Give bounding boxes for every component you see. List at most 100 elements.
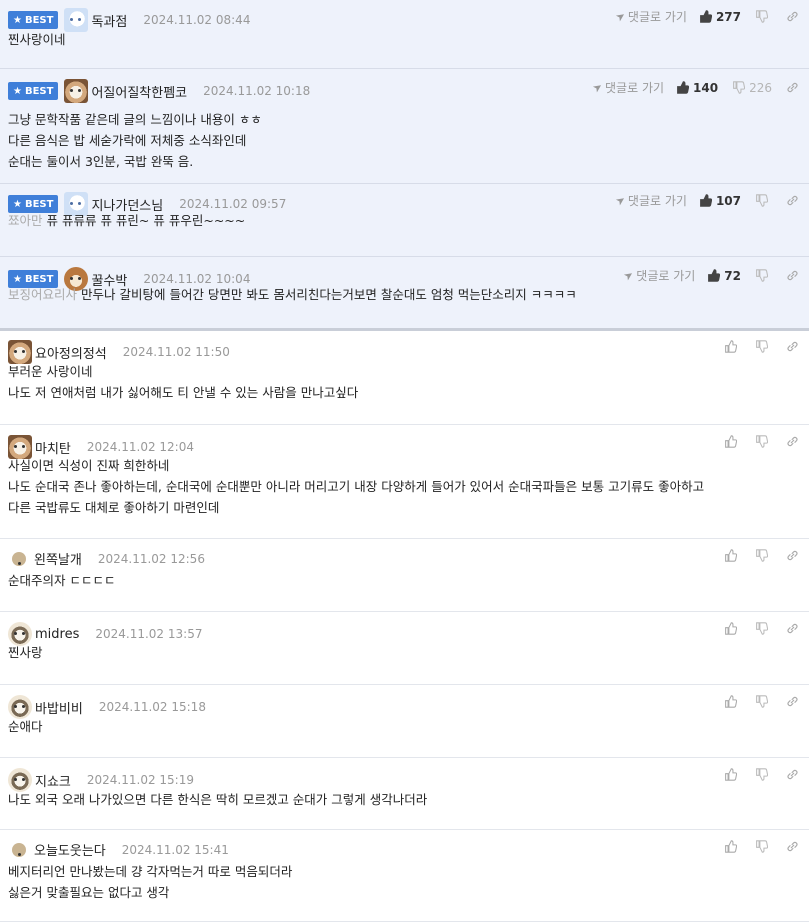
like-button[interactable]	[724, 435, 741, 448]
comment-nickname[interactable]: 바밥비비	[35, 698, 83, 717]
dislike-button[interactable]	[755, 269, 772, 282]
like-button[interactable]: 277	[699, 10, 741, 24]
comment-line: 베지터리언 만나봤는데 걍 각자먹는거 따로 먹음되더라	[8, 861, 801, 882]
comment-nickname[interactable]: midres	[35, 627, 79, 642]
go-to-reply-link[interactable]: ➤ 댓글로 가기	[621, 267, 695, 284]
comment-date: 2024.11.02 15:18	[98, 700, 206, 714]
go-to-reply-link[interactable]: ➤ 댓글로 가기	[590, 79, 664, 96]
thumbs-down-icon	[755, 622, 768, 635]
comment-nickname[interactable]: 지쇼크	[35, 771, 71, 790]
comment-line: 쬬아만 퓨 퓨류류 퓨 퓨린~ 퓨 퓨우린~~~~	[8, 210, 801, 231]
thumbs-up-icon	[724, 340, 737, 353]
comment-date: 2024.11.02 09:57	[179, 197, 287, 211]
comment-list: ★ BEST 독과점 2024.11.02 08:44 ➤ 댓글로 가기 277 찐사랑이네 ★…	[0, 0, 809, 922]
comment-text: 사실이면 식성이 진짜 희한하네	[8, 458, 170, 473]
comment-nickname[interactable]: 오늘도웃는다	[34, 840, 106, 859]
thumbs-up-icon	[724, 622, 737, 635]
link-icon[interactable]	[786, 269, 799, 282]
thumbs-down-icon	[755, 840, 768, 853]
comment-line: 싫은거 맞출필요는 없다고 생각	[8, 882, 801, 903]
like-button[interactable]	[724, 340, 741, 353]
comment-nickname[interactable]: 독과점	[91, 11, 127, 30]
like-button[interactable]	[724, 622, 741, 635]
comment-text: 베지터리언 만나봤는데 걍 각자먹는거 따로 먹음되더라	[8, 864, 293, 879]
comment: 바밥비비 2024.11.02 15:18 순애다	[0, 685, 809, 758]
comment-line: 순애다	[8, 716, 801, 737]
link-icon[interactable]	[786, 194, 799, 207]
link-icon[interactable]	[786, 10, 799, 23]
dislike-button[interactable]	[755, 435, 772, 448]
like-button[interactable]: 140	[676, 81, 718, 95]
comment-body: 부러운 사랑이네 나도 저 연애처럼 내가 싫어해도 티 안낼 수 있는 사람을 …	[8, 361, 801, 403]
like-button[interactable]: 72	[707, 269, 741, 283]
comment-nickname[interactable]: 요아정의정석	[35, 343, 107, 362]
like-button[interactable]	[724, 695, 741, 708]
best-label: BEST	[24, 14, 54, 26]
link-icon[interactable]	[786, 622, 799, 635]
comment-nickname[interactable]: 어질어질착한펨코	[91, 82, 187, 101]
dislike-button[interactable]	[755, 768, 772, 781]
dislike-button[interactable]: 226	[732, 81, 772, 95]
thumbs-up-icon	[724, 435, 737, 448]
link-icon[interactable]	[786, 81, 799, 94]
comment-line: 나도 순대국 존나 좋아하는데, 순대국에 순대뿐만 아니라 머리고기 내장 다…	[8, 476, 801, 497]
go-to-reply-link[interactable]: ➤ 댓글로 가기	[612, 192, 687, 209]
star-icon: ★	[13, 14, 22, 26]
default-round-avatar[interactable]	[12, 842, 26, 857]
mention-nickname[interactable]: 쬬아만	[8, 213, 43, 228]
dislike-button[interactable]	[755, 622, 772, 635]
mention-nickname[interactable]: 보징어요리사	[8, 287, 77, 302]
go-to-reply-link[interactable]: ➤ 댓글로 가기	[612, 8, 687, 25]
comment-nickname[interactable]: 마치탄	[35, 438, 71, 457]
comment: 오늘도웃는다 2024.11.02 15:41 베지터리언 만나봤는데 걍 각자먹는…	[0, 830, 809, 922]
comment-line: 나도 외국 오래 나가있으면 다른 한식은 딱히 모르겠고 순대가 그렇게 생각…	[8, 789, 801, 810]
comment-line: 나도 저 연애처럼 내가 싫어해도 티 안낼 수 있는 사람을 만나고싶다	[8, 382, 801, 403]
comment-body: 찐사랑이네	[8, 29, 801, 50]
default-round-avatar[interactable]	[12, 551, 26, 566]
thumbs-down-icon	[755, 549, 768, 562]
like-button[interactable]: 107	[699, 194, 741, 208]
link-icon[interactable]	[786, 840, 799, 853]
link-icon[interactable]	[786, 768, 799, 781]
star-icon: ★	[13, 273, 22, 285]
link-icon[interactable]	[786, 340, 799, 353]
comment-text: 나도 외국 오래 나가있으면 다른 한식은 딱히 모르겠고 순대가 그렇게 생각…	[8, 792, 428, 807]
comment-date: 2024.11.02 15:41	[121, 842, 229, 857]
comment-date: 2024.11.02 08:44	[143, 13, 251, 27]
thumbs-up-icon	[724, 768, 737, 781]
comment-text: 만두나 갈비탕에 들어간 당면만 봐도 몸서리친다는거보면 찰순대도 엄청 먹는…	[81, 287, 577, 302]
comment-text: 찐사랑이네	[8, 32, 66, 47]
dislike-button[interactable]	[755, 10, 772, 23]
comment-text: 찐사랑	[8, 645, 43, 660]
comment-line: 보징어요리사 만두나 갈비탕에 들어간 당면만 봐도 몸서리친다는거보면 찰순대도…	[8, 284, 801, 305]
comment-date: 2024.11.02 12:56	[97, 551, 205, 566]
comment-text: 다른 음식은 밥 세숟가락에 저체중 소식좌인데	[8, 133, 247, 148]
comment-text: 그냥 문학작품 같은데 글의 느낌이나 내용이 ㅎㅎ	[8, 112, 262, 127]
dislike-button[interactable]	[755, 340, 772, 353]
comment: 요아정의정석 2024.11.02 11:50 부러운 사랑이네 나도 저 연애처럼 …	[0, 331, 809, 425]
best-comment: ★ BEST 지나가던스님 2024.11.02 09:57 ➤ 댓글로 가기 107 쬬아만…	[0, 184, 809, 257]
dislike-button[interactable]	[755, 194, 772, 207]
comment-body: 나도 외국 오래 나가있으면 다른 한식은 딱히 모르겠고 순대가 그렇게 생각…	[8, 789, 801, 810]
send-arrow-icon: ➤	[612, 192, 628, 209]
comment-nickname[interactable]: 왼쪽날개	[34, 549, 82, 568]
shiba-avatar[interactable]	[64, 79, 89, 103]
link-icon[interactable]	[786, 549, 799, 562]
link-icon[interactable]	[786, 435, 799, 448]
dislike-button[interactable]	[755, 840, 772, 853]
like-button[interactable]	[724, 840, 741, 853]
comment-line: 찐사랑이네	[8, 29, 801, 50]
thumbs-up-icon	[724, 549, 737, 562]
like-button[interactable]	[724, 768, 741, 781]
link-icon[interactable]	[786, 695, 799, 708]
like-button[interactable]	[724, 549, 741, 562]
thumbs-down-icon	[755, 269, 768, 282]
star-icon: ★	[13, 85, 22, 97]
dislike-button[interactable]	[755, 549, 772, 562]
best-badge: ★ BEST	[8, 82, 59, 100]
dislike-button[interactable]	[755, 695, 772, 708]
like-count: 277	[715, 9, 741, 24]
star-icon: ★	[13, 198, 22, 210]
send-arrow-icon: ➤	[612, 8, 628, 25]
best-label: BEST	[24, 273, 54, 285]
